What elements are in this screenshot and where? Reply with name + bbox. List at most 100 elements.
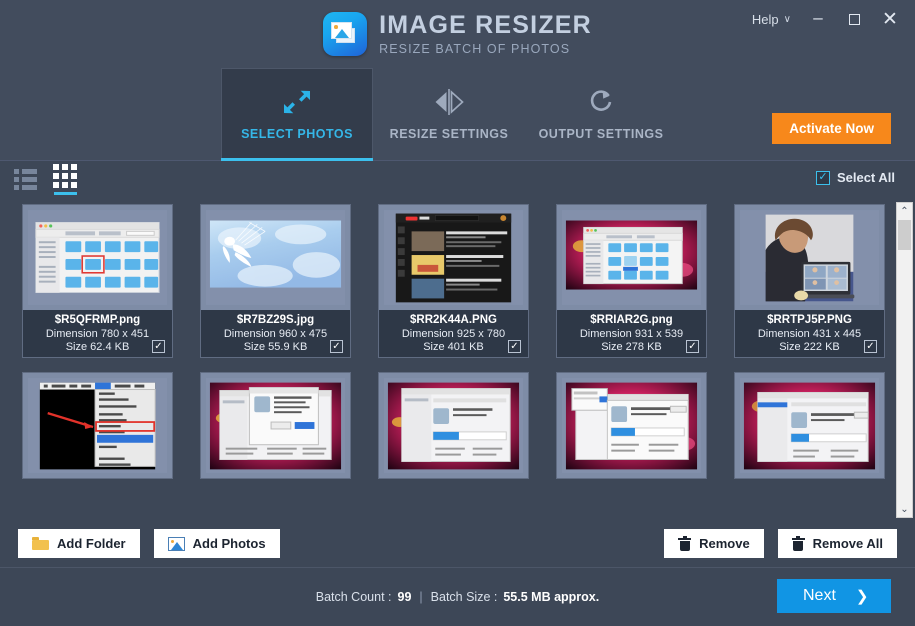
resize-arrows-icon bbox=[283, 88, 311, 116]
minimize-icon: – bbox=[813, 8, 823, 27]
photo-grid: $R5QFRMP.png Dimension 780 x 451 Size 62… bbox=[22, 198, 896, 479]
batch-size-label: Batch Size : bbox=[430, 590, 498, 604]
maximize-button[interactable] bbox=[837, 6, 871, 32]
photo-dimension: Dimension 431 x 445 bbox=[757, 328, 862, 340]
window-controls: Help ∨ – ✕ bbox=[744, 6, 907, 32]
photo-thumbnail bbox=[206, 210, 345, 305]
photo-thumbnail bbox=[28, 210, 167, 305]
photo-checkbox[interactable]: ✓ bbox=[330, 340, 343, 353]
photo-card[interactable] bbox=[556, 372, 707, 479]
minimize-button[interactable]: – bbox=[801, 6, 835, 32]
photo-checkbox[interactable]: ✓ bbox=[864, 340, 877, 353]
photo-dimension: Dimension 925 x 780 bbox=[401, 328, 506, 340]
tab-resize-settings[interactable]: RESIZE SETTINGS bbox=[373, 68, 525, 160]
title-bar: IMAGE RESIZER RESIZE BATCH OF PHOTOS Hel… bbox=[0, 0, 915, 68]
photo-meta: $R5QFRMP.png Dimension 780 x 451 Size 62… bbox=[23, 310, 172, 357]
maximize-icon bbox=[848, 13, 860, 25]
close-icon: ✕ bbox=[882, 8, 898, 30]
tab-select-photos[interactable]: SELECT PHOTOS bbox=[221, 68, 373, 161]
photo-card[interactable]: $RRIAR2G.png Dimension 931 x 539 Size 27… bbox=[556, 204, 707, 358]
list-view-button[interactable] bbox=[14, 169, 37, 190]
mirror-flip-icon bbox=[432, 88, 466, 116]
remove-button[interactable]: Remove bbox=[664, 529, 764, 558]
photo-filename: $RRIAR2G.png bbox=[590, 314, 673, 326]
grid-view-icon bbox=[53, 164, 77, 188]
photo-meta: $RR2K44A.PNG Dimension 925 x 780 Size 40… bbox=[379, 310, 528, 357]
photo-card[interactable]: $R5QFRMP.png Dimension 780 x 451 Size 62… bbox=[22, 204, 173, 358]
photo-size: Size 222 KB bbox=[779, 341, 840, 353]
photo-card[interactable]: $RR2K44A.PNG Dimension 925 x 780 Size 40… bbox=[378, 204, 529, 358]
tab-bar: SELECT PHOTOS RESIZE SETTINGS OUTPUT SET… bbox=[0, 68, 915, 161]
trash-icon bbox=[791, 535, 805, 551]
remove-label: Remove bbox=[699, 536, 750, 551]
photo-checkbox[interactable]: ✓ bbox=[508, 340, 521, 353]
select-all-check-icon: ✓ bbox=[815, 170, 830, 185]
list-view-icon bbox=[14, 169, 37, 190]
photo-card[interactable] bbox=[378, 372, 529, 479]
tab-label: RESIZE SETTINGS bbox=[389, 126, 509, 141]
photo-thumbnail bbox=[28, 378, 167, 473]
photo-grid-area: $R5QFRMP.png Dimension 780 x 451 Size 62… bbox=[0, 198, 915, 520]
add-photos-button[interactable]: Add Photos bbox=[153, 529, 280, 558]
photo-thumbnail bbox=[206, 378, 345, 473]
add-photos-label: Add Photos bbox=[192, 536, 266, 551]
photo-filename: $R5QFRMP.png bbox=[54, 314, 141, 326]
photo-card[interactable] bbox=[200, 372, 351, 479]
tab-label: OUTPUT SETTINGS bbox=[538, 126, 664, 141]
photo-size: Size 55.9 KB bbox=[243, 341, 308, 353]
photo-dimension: Dimension 931 x 539 bbox=[579, 328, 684, 340]
trash-icon bbox=[678, 535, 692, 551]
photo-thumbnail bbox=[740, 210, 879, 305]
next-label: Next bbox=[803, 587, 836, 604]
photo-thumbnail bbox=[562, 210, 701, 305]
grid-scrollbar[interactable]: ⌃ ⌄ bbox=[896, 202, 913, 518]
view-toolbar: ✓ Select All bbox=[0, 161, 915, 198]
photo-card[interactable] bbox=[22, 372, 173, 479]
tab-output-settings[interactable]: OUTPUT SETTINGS bbox=[525, 68, 677, 160]
photo-filename: $RR2K44A.PNG bbox=[410, 314, 497, 326]
scroll-up-arrow-icon[interactable]: ⌃ bbox=[897, 203, 912, 219]
close-button[interactable]: ✕ bbox=[873, 6, 907, 32]
photo-meta: $R7BZ29S.jpg Dimension 960 x 475 Size 55… bbox=[201, 310, 350, 357]
batch-separator: | bbox=[419, 590, 423, 604]
remove-all-label: Remove All bbox=[812, 536, 883, 551]
add-folder-button[interactable]: Add Folder bbox=[18, 529, 140, 558]
photo-meta: $RRIAR2G.png Dimension 931 x 539 Size 27… bbox=[557, 310, 706, 357]
chevron-down-icon: ∨ bbox=[783, 13, 791, 25]
photo-filename: $RRTPJ5P.PNG bbox=[767, 314, 852, 326]
photo-thumbnail bbox=[562, 378, 701, 473]
photo-icon bbox=[167, 536, 185, 551]
photo-card[interactable]: $RRTPJ5P.PNG Dimension 431 x 445 Size 22… bbox=[734, 204, 885, 358]
activate-now-button[interactable]: Activate Now bbox=[772, 113, 891, 144]
scrollbar-thumb[interactable] bbox=[898, 220, 911, 250]
photo-meta: $RRTPJ5P.PNG Dimension 431 x 445 Size 22… bbox=[735, 310, 884, 357]
photo-checkbox[interactable]: ✓ bbox=[152, 340, 165, 353]
batch-size-value: 55.5 MB approx. bbox=[503, 590, 600, 604]
app-title: IMAGE RESIZER bbox=[379, 10, 592, 39]
photo-thumbnail bbox=[384, 210, 523, 305]
tab-label: SELECT PHOTOS bbox=[241, 127, 353, 141]
batch-count-label: Batch Count : bbox=[315, 590, 392, 604]
app-logo-icon bbox=[323, 12, 368, 56]
help-label: Help bbox=[751, 11, 779, 27]
photo-dimension: Dimension 960 x 475 bbox=[223, 328, 328, 340]
photo-checkbox[interactable]: ✓ bbox=[686, 340, 699, 353]
remove-all-button[interactable]: Remove All bbox=[777, 529, 897, 558]
scroll-down-arrow-icon[interactable]: ⌄ bbox=[897, 501, 912, 517]
app-subtitle: RESIZE BATCH OF PHOTOS bbox=[379, 41, 571, 56]
folder-icon bbox=[32, 537, 49, 550]
footer-bar: Batch Count : 99 | Batch Size : 55.5 MB … bbox=[0, 568, 915, 626]
chevron-right-icon: ❯ bbox=[855, 588, 869, 605]
brand: IMAGE RESIZER RESIZE BATCH OF PHOTOS bbox=[323, 12, 592, 56]
photo-thumbnail bbox=[740, 378, 879, 473]
select-all-checkbox[interactable]: ✓ Select All bbox=[815, 170, 895, 185]
next-button[interactable]: Next ❯ bbox=[777, 579, 891, 613]
photo-card[interactable]: $R7BZ29S.jpg Dimension 960 x 475 Size 55… bbox=[200, 204, 351, 358]
photo-thumbnail bbox=[384, 378, 523, 473]
photo-filename: $R7BZ29S.jpg bbox=[236, 314, 315, 326]
help-menu-button[interactable]: Help ∨ bbox=[744, 8, 799, 31]
grid-view-button[interactable] bbox=[53, 164, 77, 195]
batch-count-value: 99 bbox=[397, 590, 412, 604]
photo-card[interactable] bbox=[734, 372, 885, 479]
add-folder-label: Add Folder bbox=[57, 536, 126, 551]
